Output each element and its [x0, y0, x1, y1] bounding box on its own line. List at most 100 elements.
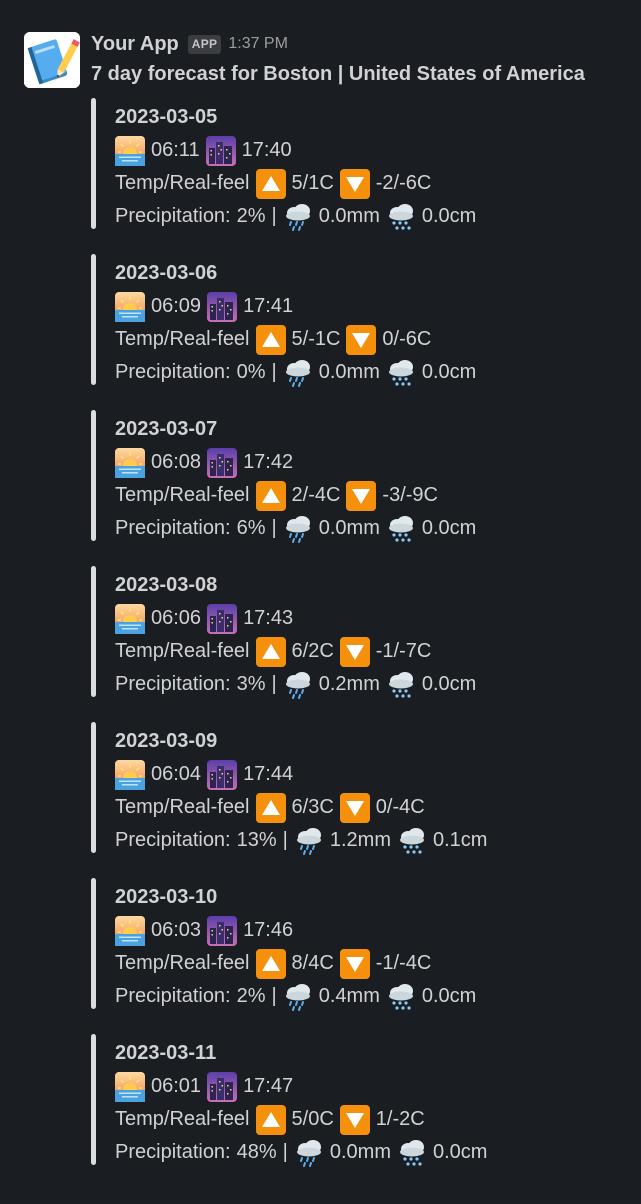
- temp-high: 2/-4C: [291, 484, 341, 506]
- rain-cloud-icon: [283, 202, 313, 232]
- sunrise-icon: [115, 759, 145, 790]
- rain-amount: 0.0mm: [329, 1141, 391, 1163]
- message-timestamp[interactable]: 1:37 PM: [228, 35, 288, 53]
- temp-label: Temp/Real-feel: [115, 796, 250, 818]
- separator: |: [271, 517, 277, 539]
- sunrise-time: 06:09: [151, 295, 202, 317]
- rain-cloud-icon: [294, 826, 324, 856]
- attachment-bar: [91, 254, 96, 385]
- sunrise-time: 06:03: [151, 919, 202, 941]
- precip-label: Precipitation:: [115, 673, 231, 695]
- sunset-time: 17:41: [243, 295, 294, 317]
- temp-label: Temp/Real-feel: [115, 640, 250, 662]
- sunrise-icon: [115, 447, 145, 478]
- snow-amount: 0.0cm: [421, 673, 477, 695]
- sunrise-icon: [115, 135, 145, 166]
- city-sunset-icon: [205, 135, 236, 166]
- snow-cloud-icon: [386, 202, 416, 232]
- attachment-bar: [91, 410, 96, 541]
- forecast-date: 2023-03-05: [115, 106, 218, 128]
- sunrise-icon: [115, 291, 145, 322]
- precip-chance: 0%: [236, 361, 266, 383]
- up-triangle-icon: [255, 480, 286, 511]
- down-triangle-icon: [339, 948, 370, 979]
- sunset-time: 17:43: [243, 607, 294, 629]
- forecast-day-body: 2023-03-06 06:09 17:41 Temp/Real-feel 5/…: [115, 257, 476, 389]
- up-triangle-icon: [255, 636, 286, 667]
- message-title: 7 day forecast for Boston | United State…: [91, 63, 585, 85]
- forecast-day-body: 2023-03-11 06:01 17:47 Temp/Real-feel 5/…: [115, 1037, 487, 1169]
- sunrise-time: 06:06: [151, 607, 202, 629]
- temp-low: -2/-6C: [375, 172, 432, 194]
- sunrise-time: 06:01: [151, 1075, 202, 1097]
- forecast-date: 2023-03-11: [115, 1042, 217, 1064]
- snow-amount: 0.0cm: [421, 205, 477, 227]
- separator: |: [271, 985, 277, 1007]
- sunrise-icon: [115, 915, 145, 946]
- forecast-date: 2023-03-08: [115, 574, 218, 596]
- forecast-day-body: 2023-03-09 06:04 17:44 Temp/Real-feel 6/…: [115, 725, 487, 857]
- temp-label: Temp/Real-feel: [115, 172, 250, 194]
- attachment-bar: [91, 566, 96, 697]
- rain-cloud-icon: [283, 358, 313, 388]
- forecast-date: 2023-03-10: [115, 886, 218, 908]
- message-header: Your App APP 1:37 PM: [91, 30, 288, 58]
- sunset-time: 17:46: [243, 919, 294, 941]
- down-triangle-icon: [346, 324, 377, 355]
- sunset-time: 17:42: [243, 451, 294, 473]
- snow-cloud-icon: [386, 514, 416, 544]
- city-sunset-icon: [207, 291, 238, 322]
- snow-amount: 0.0cm: [432, 1141, 488, 1163]
- rain-amount: 0.0mm: [318, 361, 380, 383]
- temp-high: 5/1C: [291, 172, 334, 194]
- city-sunset-icon: [207, 759, 238, 790]
- sunrise-icon: [115, 1071, 145, 1102]
- temp-label: Temp/Real-feel: [115, 328, 250, 350]
- message: Your App APP 1:37 PM 7 day forecast for …: [0, 0, 641, 1204]
- rain-amount: 1.2mm: [329, 829, 391, 851]
- up-triangle-icon: [255, 324, 286, 355]
- forecast-day-body: 2023-03-10 06:03 17:46 Temp/Real-feel 8/…: [115, 881, 476, 1013]
- separator: |: [271, 673, 277, 695]
- forecast-day: 2023-03-09 06:04 17:44 Temp/Real-feel 6/…: [91, 719, 631, 856]
- temp-high: 8/4C: [291, 952, 334, 974]
- down-triangle-icon: [339, 792, 370, 823]
- temp-label: Temp/Real-feel: [115, 952, 250, 974]
- precip-label: Precipitation:: [115, 361, 231, 383]
- snow-amount: 0.0cm: [421, 361, 477, 383]
- forecast-day-body: 2023-03-05 06:11 17:40 Temp/Real-feel 5/…: [115, 101, 476, 233]
- separator: |: [271, 361, 277, 383]
- sunset-time: 17:40: [241, 139, 292, 161]
- forecast-date: 2023-03-09: [115, 730, 218, 752]
- temp-high: 6/2C: [291, 640, 334, 662]
- notebook-pencil-icon[interactable]: [24, 32, 80, 88]
- rain-amount: 0.4mm: [318, 985, 380, 1007]
- snow-amount: 0.0cm: [421, 985, 477, 1007]
- snow-amount: 0.1cm: [432, 829, 488, 851]
- forecast-date: 2023-03-06: [115, 262, 218, 284]
- sunrise-icon: [115, 603, 145, 634]
- rain-cloud-icon: [283, 982, 313, 1012]
- temp-low: -1/-4C: [375, 952, 432, 974]
- precip-label: Precipitation:: [115, 829, 231, 851]
- up-triangle-icon: [255, 1104, 286, 1135]
- temp-low: 0/-6C: [382, 328, 432, 350]
- city-sunset-icon: [207, 603, 238, 634]
- precip-chance: 3%: [236, 673, 266, 695]
- temp-low: 1/-2C: [375, 1108, 425, 1130]
- precip-chance: 13%: [236, 829, 277, 851]
- temp-label: Temp/Real-feel: [115, 1108, 250, 1130]
- snow-cloud-icon: [386, 670, 416, 700]
- forecast-list: 2023-03-05 06:11 17:40 Temp/Real-feel 5/…: [91, 95, 631, 1187]
- app-name[interactable]: Your App: [91, 33, 179, 56]
- down-triangle-icon: [339, 1104, 370, 1135]
- city-sunset-icon: [207, 1071, 238, 1102]
- temp-high: 5/0C: [291, 1108, 334, 1130]
- forecast-day: 2023-03-08 06:06 17:43 Temp/Real-feel 6/…: [91, 563, 631, 700]
- forecast-day: 2023-03-10 06:03 17:46 Temp/Real-feel 8/…: [91, 875, 631, 1012]
- rain-amount: 0.2mm: [318, 673, 380, 695]
- city-sunset-icon: [207, 915, 238, 946]
- temp-low: -3/-9C: [382, 484, 438, 506]
- snow-cloud-icon: [386, 982, 416, 1012]
- temp-low: 0/-4C: [375, 796, 425, 818]
